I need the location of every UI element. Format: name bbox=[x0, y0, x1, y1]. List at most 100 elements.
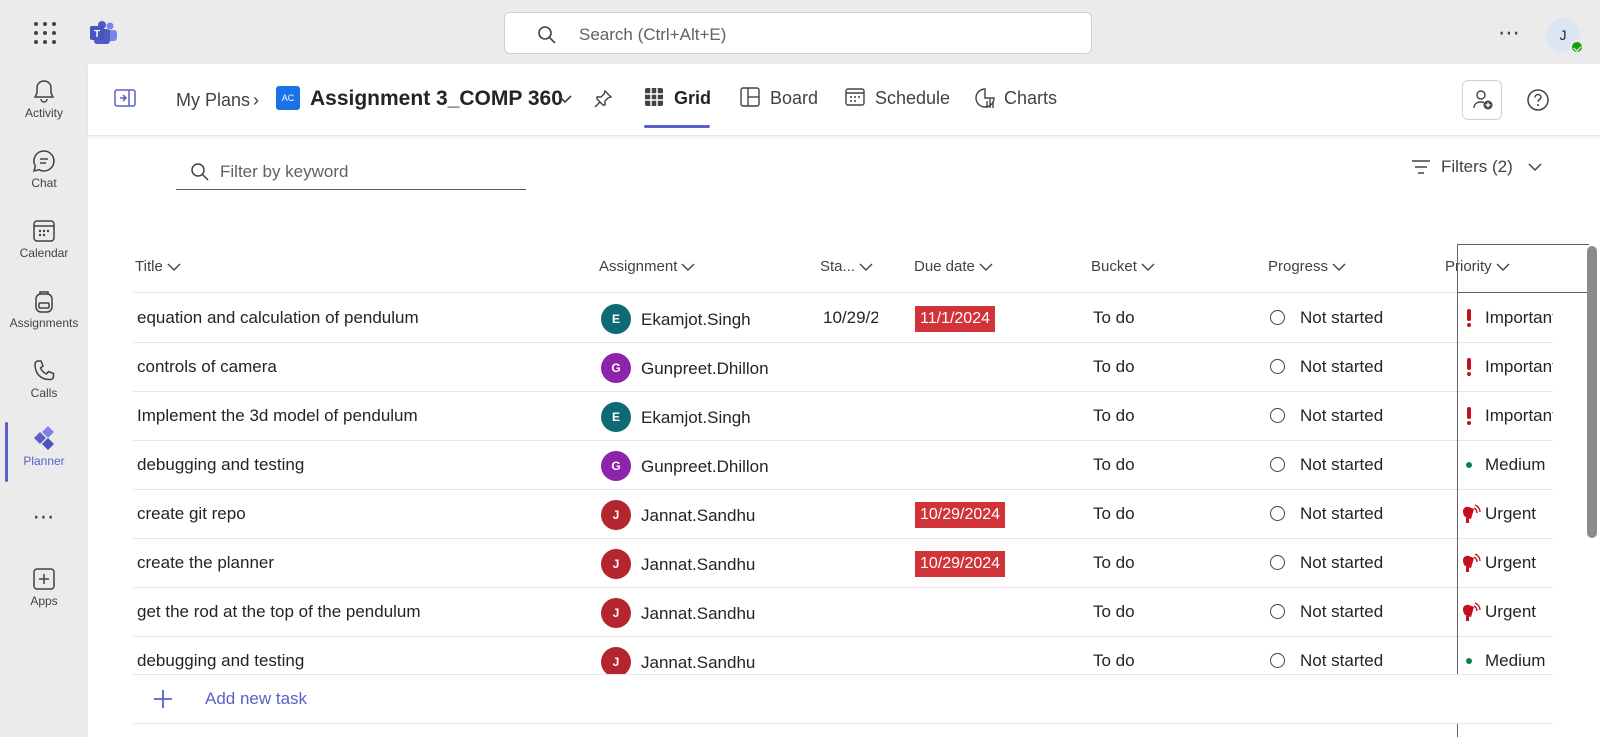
task-progress[interactable]: Not started bbox=[1270, 587, 1470, 637]
rail-item-activity[interactable]: Activity bbox=[0, 70, 88, 134]
task-bucket[interactable]: To do bbox=[1093, 538, 1213, 588]
vertical-scrollbar[interactable] bbox=[1584, 244, 1600, 674]
column-header-bucket[interactable]: Bucket bbox=[1091, 242, 1155, 292]
task-bucket[interactable]: To do bbox=[1093, 440, 1213, 490]
task-title[interactable]: equation and calculation of pendulum bbox=[137, 293, 587, 343]
task-start-date[interactable] bbox=[823, 538, 878, 588]
task-start-date[interactable] bbox=[823, 587, 878, 637]
task-assignee[interactable]: J Jannat.Sandhu bbox=[601, 587, 801, 637]
rail-item-calls[interactable]: Calls bbox=[0, 350, 88, 414]
task-title[interactable]: create git repo bbox=[137, 489, 587, 539]
task-priority[interactable]: Important bbox=[1457, 342, 1553, 392]
column-header-assignment[interactable]: Assignment bbox=[599, 242, 695, 292]
plan-header: My Plans › AC Assignment 3_COMP 360 Grid… bbox=[88, 64, 1600, 136]
task-bucket[interactable]: To do bbox=[1093, 342, 1213, 392]
keyword-filter-input[interactable]: Filter by keyword bbox=[176, 152, 526, 190]
pin-icon[interactable] bbox=[593, 89, 613, 109]
task-due-date[interactable] bbox=[915, 440, 1065, 490]
grid-bottom-divider bbox=[133, 723, 1553, 724]
important-priority-icon bbox=[1467, 309, 1471, 327]
task-progress[interactable]: Not started bbox=[1270, 391, 1470, 441]
task-assignee[interactable]: E Ekamjot.Singh bbox=[601, 391, 801, 441]
table-row[interactable]: create the planner J Jannat.Sandhu 10/29/20… bbox=[133, 538, 1553, 588]
add-new-task-button[interactable]: Add new task bbox=[133, 674, 1553, 724]
more-options-icon[interactable]: ⋯ bbox=[1498, 20, 1521, 46]
task-progress[interactable]: Not started bbox=[1270, 293, 1470, 343]
task-bucket[interactable]: To do bbox=[1093, 489, 1213, 539]
table-row[interactable]: Implement the 3d model of pendulum E Ekamj… bbox=[133, 391, 1553, 441]
task-priority[interactable]: Medium bbox=[1457, 440, 1553, 490]
task-due-date[interactable] bbox=[915, 342, 1065, 392]
task-due-date[interactable]: 11/1/2024 bbox=[915, 293, 1065, 343]
search-input[interactable]: Search (Ctrl+Alt+E) bbox=[504, 12, 1092, 54]
app-launcher-icon[interactable] bbox=[34, 22, 56, 44]
table-row[interactable]: controls of camera G Gunpreet.Dhillon To do… bbox=[133, 342, 1553, 392]
task-priority[interactable]: Urgent bbox=[1457, 489, 1553, 539]
assignee-name: Jannat.Sandhu bbox=[641, 506, 756, 525]
task-assignee[interactable]: G Gunpreet.Dhillon bbox=[601, 440, 801, 490]
priority-icon-wrap bbox=[1457, 489, 1481, 539]
board-icon bbox=[740, 87, 760, 107]
expand-pane-icon[interactable] bbox=[114, 88, 136, 108]
task-title[interactable]: create the planner bbox=[137, 538, 587, 588]
task-title[interactable]: Implement the 3d model of pendulum bbox=[137, 391, 587, 441]
column-header-title[interactable]: Title bbox=[135, 242, 181, 292]
task-progress[interactable]: Not started bbox=[1270, 440, 1470, 490]
task-start-date[interactable] bbox=[823, 440, 878, 490]
tab-label: Charts bbox=[1004, 88, 1058, 108]
chevron-down-icon[interactable] bbox=[558, 94, 572, 104]
rail-item-apps[interactable]: Apps bbox=[0, 558, 88, 622]
task-due-date[interactable] bbox=[915, 391, 1065, 441]
task-bucket[interactable]: To do bbox=[1093, 293, 1213, 343]
table-row[interactable]: create git repo J Jannat.Sandhu 10/29/2024 T… bbox=[133, 489, 1553, 539]
task-title[interactable]: get the rod at the top of the pendulum bbox=[137, 587, 587, 637]
task-start-date[interactable] bbox=[823, 489, 878, 539]
task-due-date[interactable] bbox=[915, 587, 1065, 637]
task-priority[interactable]: Urgent bbox=[1457, 538, 1553, 588]
chevron-down-icon bbox=[1141, 263, 1155, 272]
task-start-date[interactable] bbox=[823, 342, 878, 392]
task-title[interactable]: debugging and testing bbox=[137, 440, 587, 490]
chevron-down-icon bbox=[167, 263, 181, 272]
column-header-progress[interactable]: Progress bbox=[1268, 242, 1346, 292]
assignee-name: Gunpreet.Dhillon bbox=[641, 457, 769, 476]
help-icon[interactable] bbox=[1526, 88, 1550, 112]
rail-more-icon[interactable]: ⋯ bbox=[0, 504, 88, 530]
rail-item-calendar[interactable]: Calendar bbox=[0, 210, 88, 274]
task-progress[interactable]: Not started bbox=[1270, 342, 1470, 392]
chevron-down-icon bbox=[681, 263, 695, 272]
task-priority[interactable]: Urgent bbox=[1457, 587, 1553, 637]
task-assignee[interactable]: J Jannat.Sandhu bbox=[601, 489, 801, 539]
table-row[interactable]: equation and calculation of pendulum E Eka… bbox=[133, 293, 1553, 343]
column-header-start[interactable]: Sta... bbox=[820, 242, 873, 292]
task-due-date[interactable]: 10/29/2024 bbox=[915, 538, 1065, 588]
scrollbar-thumb[interactable] bbox=[1587, 246, 1597, 538]
priority-icon-wrap bbox=[1457, 342, 1481, 392]
task-progress[interactable]: Not started bbox=[1270, 538, 1470, 588]
task-start-date[interactable] bbox=[823, 391, 878, 441]
task-assignee[interactable]: E Ekamjot.Singh bbox=[601, 293, 801, 343]
task-start-date[interactable]: 10/29/2 bbox=[823, 293, 878, 343]
rail-item-chat[interactable]: Chat bbox=[0, 140, 88, 204]
tab-label: Schedule bbox=[875, 88, 951, 108]
rail-label: Planner bbox=[23, 454, 65, 468]
task-bucket[interactable]: To do bbox=[1093, 587, 1213, 637]
task-assignee[interactable]: G Gunpreet.Dhillon bbox=[601, 342, 801, 392]
column-header-due-date[interactable]: Due date bbox=[914, 242, 993, 292]
user-avatar[interactable]: J bbox=[1546, 18, 1584, 54]
task-title[interactable]: controls of camera bbox=[137, 342, 587, 392]
task-assignee[interactable]: J Jannat.Sandhu bbox=[601, 538, 801, 588]
task-due-date[interactable]: 10/29/2024 bbox=[915, 489, 1065, 539]
table-row[interactable]: debugging and testing G Gunpreet.Dhillon To… bbox=[133, 440, 1553, 490]
share-plan-button[interactable] bbox=[1462, 80, 1502, 120]
task-progress[interactable]: Not started bbox=[1270, 489, 1470, 539]
task-bucket[interactable]: To do bbox=[1093, 391, 1213, 441]
column-header-priority[interactable]: Priority bbox=[1445, 242, 1510, 292]
table-row[interactable]: get the rod at the top of the pendulum J J… bbox=[133, 587, 1553, 637]
task-priority[interactable]: Important bbox=[1457, 391, 1553, 441]
tab-label: Grid bbox=[674, 88, 712, 108]
task-priority[interactable]: Important bbox=[1457, 293, 1553, 343]
rail-item-assignments[interactable]: Assignments bbox=[0, 280, 88, 344]
breadcrumb-my-plans[interactable]: My Plans bbox=[176, 90, 250, 111]
rail-item-planner[interactable]: Planner bbox=[0, 416, 88, 482]
